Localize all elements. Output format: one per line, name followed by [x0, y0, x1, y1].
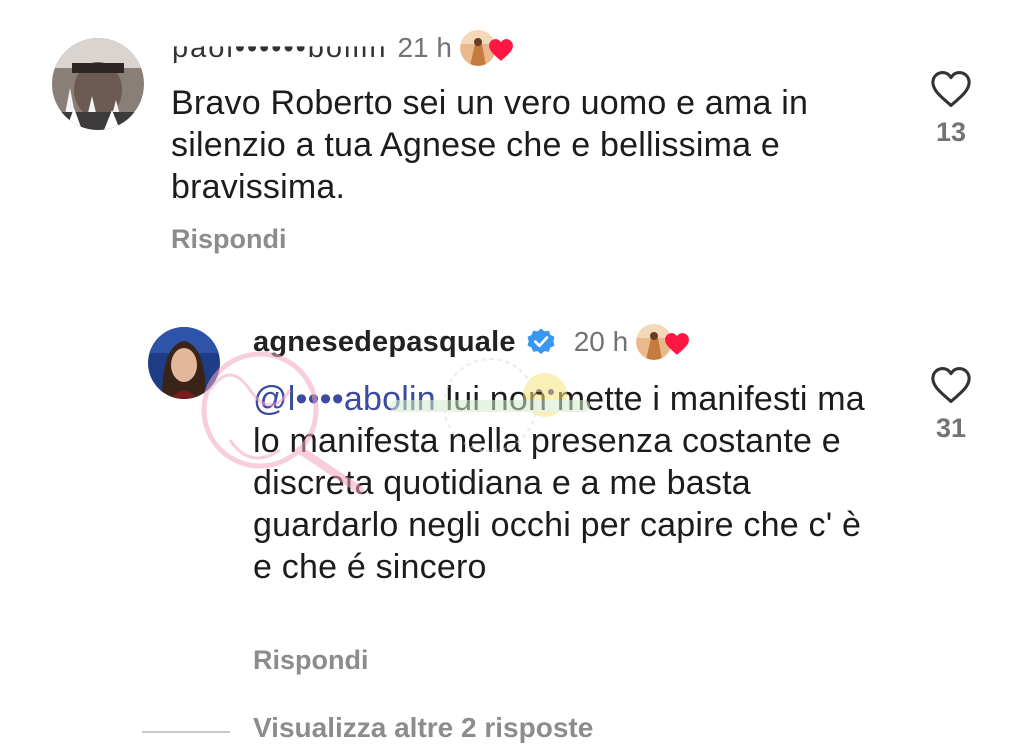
- reply-button-1[interactable]: Rispondi: [171, 224, 287, 255]
- heart-outline-icon[interactable]: [930, 70, 972, 108]
- comment-text-2: @l••••abolin lui non mette i manifesti m…: [253, 378, 883, 588]
- comment-text-1: Bravo Roberto sei un vero uomo e ama in …: [171, 84, 809, 206]
- commenter-username-1[interactable]: paol••••••boliin: [172, 46, 387, 64]
- heart-outline-icon[interactable]: [930, 366, 972, 404]
- commenter-avatar-1[interactable]: [52, 38, 144, 130]
- commenter-avatar-2[interactable]: [148, 327, 220, 399]
- like-count-2: 31: [935, 413, 967, 443]
- verified-badge-icon: [527, 328, 555, 354]
- commenter-username-2[interactable]: agnesedepasquale: [253, 326, 516, 359]
- mention-link[interactable]: @l••••abolin: [253, 380, 436, 418]
- creator-reaction-2: [636, 322, 690, 362]
- like-button-2[interactable]: 31: [921, 366, 981, 444]
- like-button-1[interactable]: 13: [921, 70, 981, 148]
- comment-time-2: 20 h: [573, 326, 629, 357]
- heart-filled-icon: [665, 333, 690, 355]
- creator-reaction-1: [459, 28, 513, 68]
- like-count-1: 13: [935, 117, 967, 147]
- comment-time-1: 21 h: [397, 32, 452, 63]
- thread-divider: [142, 731, 230, 733]
- reply-button-2[interactable]: Rispondi: [253, 645, 369, 676]
- heart-filled-icon: [489, 39, 513, 61]
- view-more-replies-button[interactable]: Visualizza altre 2 risposte: [253, 712, 593, 744]
